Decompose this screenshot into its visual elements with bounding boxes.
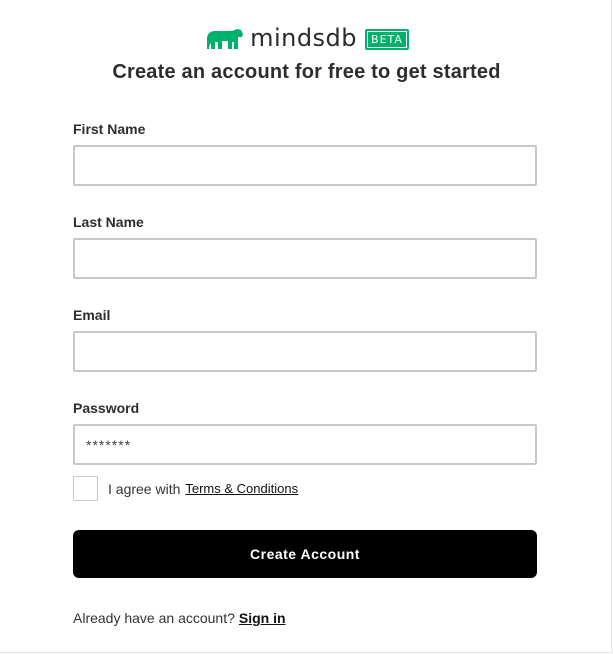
email-input[interactable] xyxy=(73,331,537,372)
first-name-field: First Name xyxy=(73,119,537,212)
password-label: Password xyxy=(73,400,140,416)
last-name-field: Last Name xyxy=(73,212,537,305)
password-input[interactable] xyxy=(73,424,537,465)
last-name-input[interactable] xyxy=(73,238,537,279)
email-label: Email xyxy=(73,307,111,323)
brand-name: mindsdb xyxy=(250,23,358,52)
first-name-input[interactable] xyxy=(73,145,537,186)
bear-logo-icon xyxy=(207,29,244,49)
terms-checkbox[interactable] xyxy=(73,476,98,501)
terms-link[interactable]: Terms & Conditions xyxy=(185,479,298,499)
signin-prompt-row: Already have an account? Sign in xyxy=(73,608,286,628)
beta-badge: BETA xyxy=(365,28,409,50)
email-field: Email xyxy=(73,305,537,398)
brand-logo: mindsdb BETA xyxy=(0,24,613,54)
signup-form: First Name Last Name Email Password xyxy=(73,119,537,491)
page-title: Create an account for free to get starte… xyxy=(112,61,501,83)
agree-text: I agree with xyxy=(108,480,181,497)
first-name-label: First Name xyxy=(73,121,146,137)
signin-prompt-text: Already have an account? xyxy=(73,610,235,626)
sign-in-link[interactable]: Sign in xyxy=(239,610,286,626)
last-name-label: Last Name xyxy=(73,214,144,230)
create-account-button[interactable]: Create Account xyxy=(73,530,537,578)
terms-agreement: I agree with Terms & Conditions xyxy=(73,476,298,501)
